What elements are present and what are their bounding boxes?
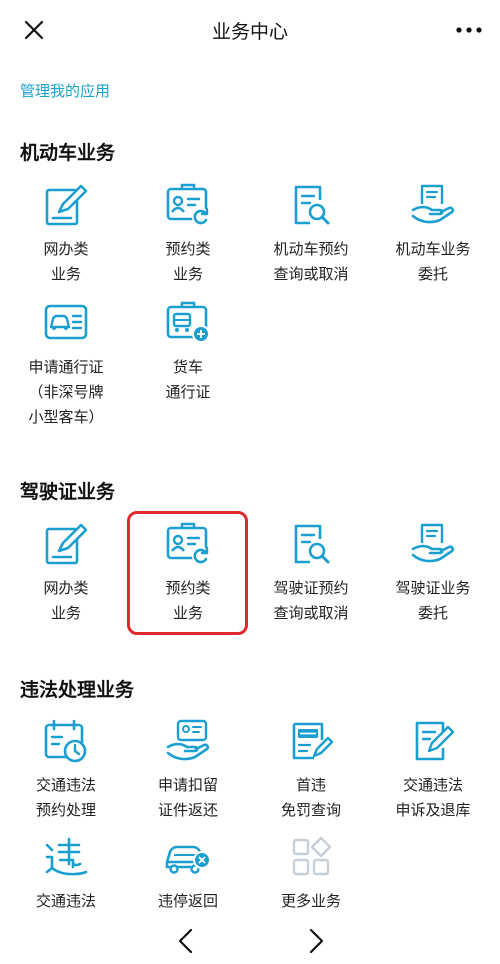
section-title-vehicle: 机动车业务 [20,142,116,164]
tile-vehicle-online[interactable]: 网办类 业务 [6,182,126,287]
appeal-edit-icon [415,721,455,761]
edit-doc-icon [45,184,88,226]
tile-violation-booking[interactable]: 交通违法 预约处理 [6,718,126,823]
car-return-icon [165,845,211,874]
doc-search-icon [294,185,330,225]
section-title-license: 驾驶证业务 [20,481,116,503]
tile-first-violation-waiver[interactable]: 首违 免罚查询 [251,718,371,823]
tile-label: 违停返回 现场申报 [157,892,218,918]
tile-vehicle-entrust[interactable]: 机动车业务 委托 [373,182,493,287]
truck-pass-icon [166,301,210,343]
tile-detained-cert-return[interactable]: 申请扣留 证件返还 [128,718,248,823]
tile-label: 首违 免罚查询 [280,776,341,819]
tile-label: 交通违法 预约处理 [35,776,96,819]
chevron-right-icon[interactable] [304,926,328,956]
tile-label: 网办类 业务 [43,579,89,622]
tile-license-booking[interactable]: 预约类 业务 [128,521,248,626]
chevron-left-icon[interactable] [174,926,198,956]
tile-vehicle-booking-query[interactable]: 机动车预约 查询或取消 [251,182,371,287]
tile-license-online[interactable]: 网办类 业务 [6,521,126,626]
manage-my-apps-link[interactable]: 管理我的应用 [20,80,110,101]
tile-label: 机动车预约 查询或取消 [273,240,349,283]
car-pass-icon [44,304,88,340]
id-card-refresh-icon [166,522,210,565]
tile-truck-pass-permit[interactable]: 货车 通行证 [128,300,248,405]
tile-label: 驾驶证预约 查询或取消 [273,579,349,622]
calendar-clock-icon [44,719,87,763]
tile-label: 更多业务 [280,892,341,910]
free-fine-badge-icon [292,722,334,760]
hand-card-icon [166,719,210,761]
tile-license-entrust[interactable]: 驾驶证业务 委托 [373,521,493,626]
tile-vehicle-booking[interactable]: 预约类 业务 [128,182,248,287]
tile-label: 机动车业务 委托 [395,240,471,283]
more-apps-icon [292,836,332,876]
edit-doc-icon [45,523,88,565]
id-card-refresh-icon [166,183,210,226]
tile-label: 申请扣留 证件返还 [157,776,218,819]
tile-label: 驾驶证业务 委托 [395,579,471,622]
business-center-screen: 业务中心 管理我的应用 机动车业务 网办类 业务 预约类 业务 机动车预约 查询… [0,0,500,964]
section-title-violation: 违法处理业务 [20,679,135,701]
tile-label: 交通违法 查询处理 [35,892,96,918]
tile-label: 网办类 业务 [43,240,89,283]
tile-label: 预约类 业务 [165,579,211,622]
hand-doc-icon [411,184,455,224]
tile-violation-query[interactable]: 交通违法 查询处理 [6,834,126,918]
tile-label: 交通违法 申诉及退库 [395,776,471,819]
violation-char-icon [45,837,88,876]
tile-illegal-parking-return[interactable]: 违停返回 现场申报 [128,834,248,918]
tile-label: 货车 通行证 [165,358,211,401]
tile-more-services[interactable]: 更多业务 [251,834,371,914]
tile-vehicle-pass-permit[interactable]: 申请通行证 （非深号牌 小型客车） [6,300,126,430]
bottom-nav-bar [0,918,500,964]
doc-search-icon [294,524,330,564]
tile-license-booking-query[interactable]: 驾驶证预约 查询或取消 [251,521,371,626]
tile-label: 申请通行证 （非深号牌 小型客车） [28,358,104,426]
tile-violation-appeal[interactable]: 交通违法 申诉及退库 [373,718,493,823]
tile-label: 预约类 业务 [165,240,211,283]
scroll-content[interactable]: 管理我的应用 机动车业务 网办类 业务 预约类 业务 机动车预约 查询或取消 机… [0,0,500,918]
hand-doc-icon [411,523,455,563]
